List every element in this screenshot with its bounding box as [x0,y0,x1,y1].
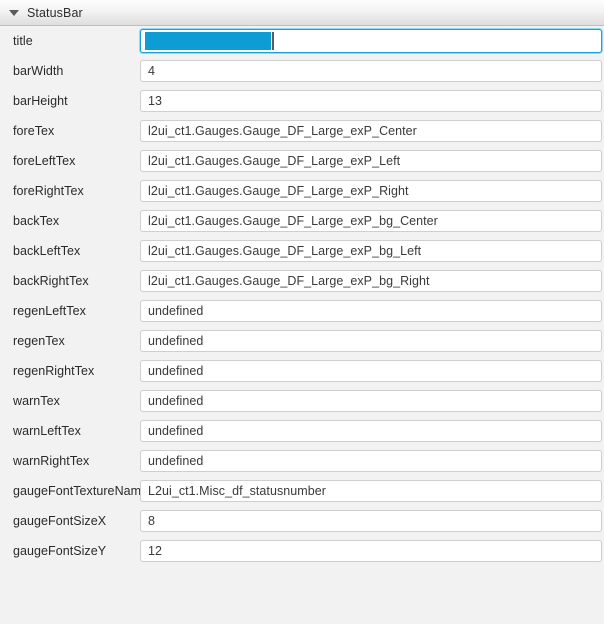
property-value-warnRightTex: undefined [148,454,204,468]
property-input-foreTex[interactable]: l2ui_ct1.Gauges.Gauge_DF_Large_exP_Cente… [140,120,602,142]
property-input-warnRightTex[interactable]: undefined [140,450,602,472]
property-input-barHeight[interactable]: 13 [140,90,602,112]
property-value-backLeftTex: l2ui_ct1.Gauges.Gauge_DF_Large_exP_bg_Le… [148,244,422,258]
property-row: gaugeFontSizeX 8 [0,506,604,536]
property-value-regenLeftTex: undefined [148,304,204,318]
triangle-down-icon[interactable] [9,9,19,16]
property-value-gaugeFontSizeX: 8 [148,514,156,528]
property-input-backTex[interactable]: l2ui_ct1.Gauges.Gauge_DF_Large_exP_bg_Ce… [140,210,602,232]
property-value-gaugeFontSizeY: 12 [148,544,163,558]
property-value-backRightTex: l2ui_ct1.Gauges.Gauge_DF_Large_exP_bg_Ri… [148,274,430,288]
property-input-backLeftTex[interactable]: l2ui_ct1.Gauges.Gauge_DF_Large_exP_bg_Le… [140,240,602,262]
property-row: barWidth 4 [0,56,604,86]
property-row: foreTex l2ui_ct1.Gauges.Gauge_DF_Large_ex… [0,116,604,146]
property-value-backTex: l2ui_ct1.Gauges.Gauge_DF_Large_exP_bg_Ce… [148,214,438,228]
property-value-barWidth: 4 [148,64,156,78]
property-row: foreRightTex l2ui_ct1.Gauges.Gauge_DF_Lar… [0,176,604,206]
property-row: backRightTex l2ui_ct1.Gauges.Gauge_DF_Lar… [0,266,604,296]
property-input-barWidth[interactable]: 4 [140,60,602,82]
property-row: gaugeFontTextureName L2ui_ct1.Misc_df_sta… [0,476,604,506]
property-label-warnRightTex: warnRightTex [13,454,90,468]
property-label-foreTex: foreTex [13,124,55,138]
property-row: backTex l2ui_ct1.Gauges.Gauge_DF_Large_ex… [0,206,604,236]
property-value-foreRightTex: l2ui_ct1.Gauges.Gauge_DF_Large_exP_Right [148,184,409,198]
property-input-warnTex[interactable]: undefined [140,390,602,412]
property-value-regenTex: undefined [148,334,204,348]
property-row: warnRightTex undefined [0,446,604,476]
property-input-foreLeftTex[interactable]: l2ui_ct1.Gauges.Gauge_DF_Large_exP_Left [140,150,602,172]
property-input-gaugeFontSizeX[interactable]: 8 [140,510,602,532]
property-label-barWidth: barWidth [13,64,64,78]
property-label-regenLeftTex: regenLeftTex [13,304,86,318]
property-label-barHeight: barHeight [13,94,68,108]
text-selection-highlight [145,32,271,50]
property-value-foreTex: l2ui_ct1.Gauges.Gauge_DF_Large_exP_Cente… [148,124,417,138]
property-value-gaugeFontTextureName: L2ui_ct1.Misc_df_statusnumber [148,484,326,498]
property-row: barHeight 13 [0,86,604,116]
property-list: title barWidth 4 barHeight 13 foreTex l2ui_ct1… [0,26,604,566]
property-label-foreRightTex: foreRightTex [13,184,84,198]
property-row: warnTex undefined [0,386,604,416]
property-label-foreLeftTex: foreLeftTex [13,154,76,168]
property-label-regenRightTex: regenRightTex [13,364,95,378]
property-row: regenTex undefined [0,326,604,356]
property-input-warnLeftTex[interactable]: undefined [140,420,602,442]
property-value-warnTex: undefined [148,394,204,408]
property-value-regenRightTex: undefined [148,364,204,378]
property-row: gaugeFontSizeY 12 [0,536,604,566]
panel-title: StatusBar [27,5,83,20]
property-input-gaugeFontTextureName[interactable]: L2ui_ct1.Misc_df_statusnumber [140,480,602,502]
property-label-gaugeFontSizeY: gaugeFontSizeY [13,544,107,558]
property-row: warnLeftTex undefined [0,416,604,446]
property-input-gaugeFontSizeY[interactable]: 12 [140,540,602,562]
property-row: title [0,26,604,56]
property-label-gaugeFontTextureName: gaugeFontTextureName [13,484,140,498]
property-row: regenLeftTex undefined [0,296,604,326]
property-input-backRightTex[interactable]: l2ui_ct1.Gauges.Gauge_DF_Large_exP_bg_Ri… [140,270,602,292]
property-value-barHeight: 13 [148,94,163,108]
property-input-regenLeftTex[interactable]: undefined [140,300,602,322]
property-input-title[interactable] [140,29,602,53]
property-label-gaugeFontSizeX: gaugeFontSizeX [13,514,107,528]
property-label-warnLeftTex: warnLeftTex [13,424,81,438]
property-row: regenRightTex undefined [0,356,604,386]
property-row: backLeftTex l2ui_ct1.Gauges.Gauge_DF_Larg… [0,236,604,266]
property-value-warnLeftTex: undefined [148,424,204,438]
property-input-regenTex[interactable]: undefined [140,330,602,352]
property-label-warnTex: warnTex [13,394,60,408]
property-value-foreLeftTex: l2ui_ct1.Gauges.Gauge_DF_Large_exP_Left [148,154,401,168]
property-label-backTex: backTex [13,214,60,228]
property-input-foreRightTex[interactable]: l2ui_ct1.Gauges.Gauge_DF_Large_exP_Right [140,180,602,202]
property-row: foreLeftTex l2ui_ct1.Gauges.Gauge_DF_Larg… [0,146,604,176]
property-label-backRightTex: backRightTex [13,274,89,288]
property-label-regenTex: regenTex [13,334,65,348]
text-caret [272,32,274,50]
panel-header[interactable]: StatusBar [0,0,604,26]
property-input-regenRightTex[interactable]: undefined [140,360,602,382]
property-label-backLeftTex: backLeftTex [13,244,81,258]
property-label-title: title [13,34,33,48]
